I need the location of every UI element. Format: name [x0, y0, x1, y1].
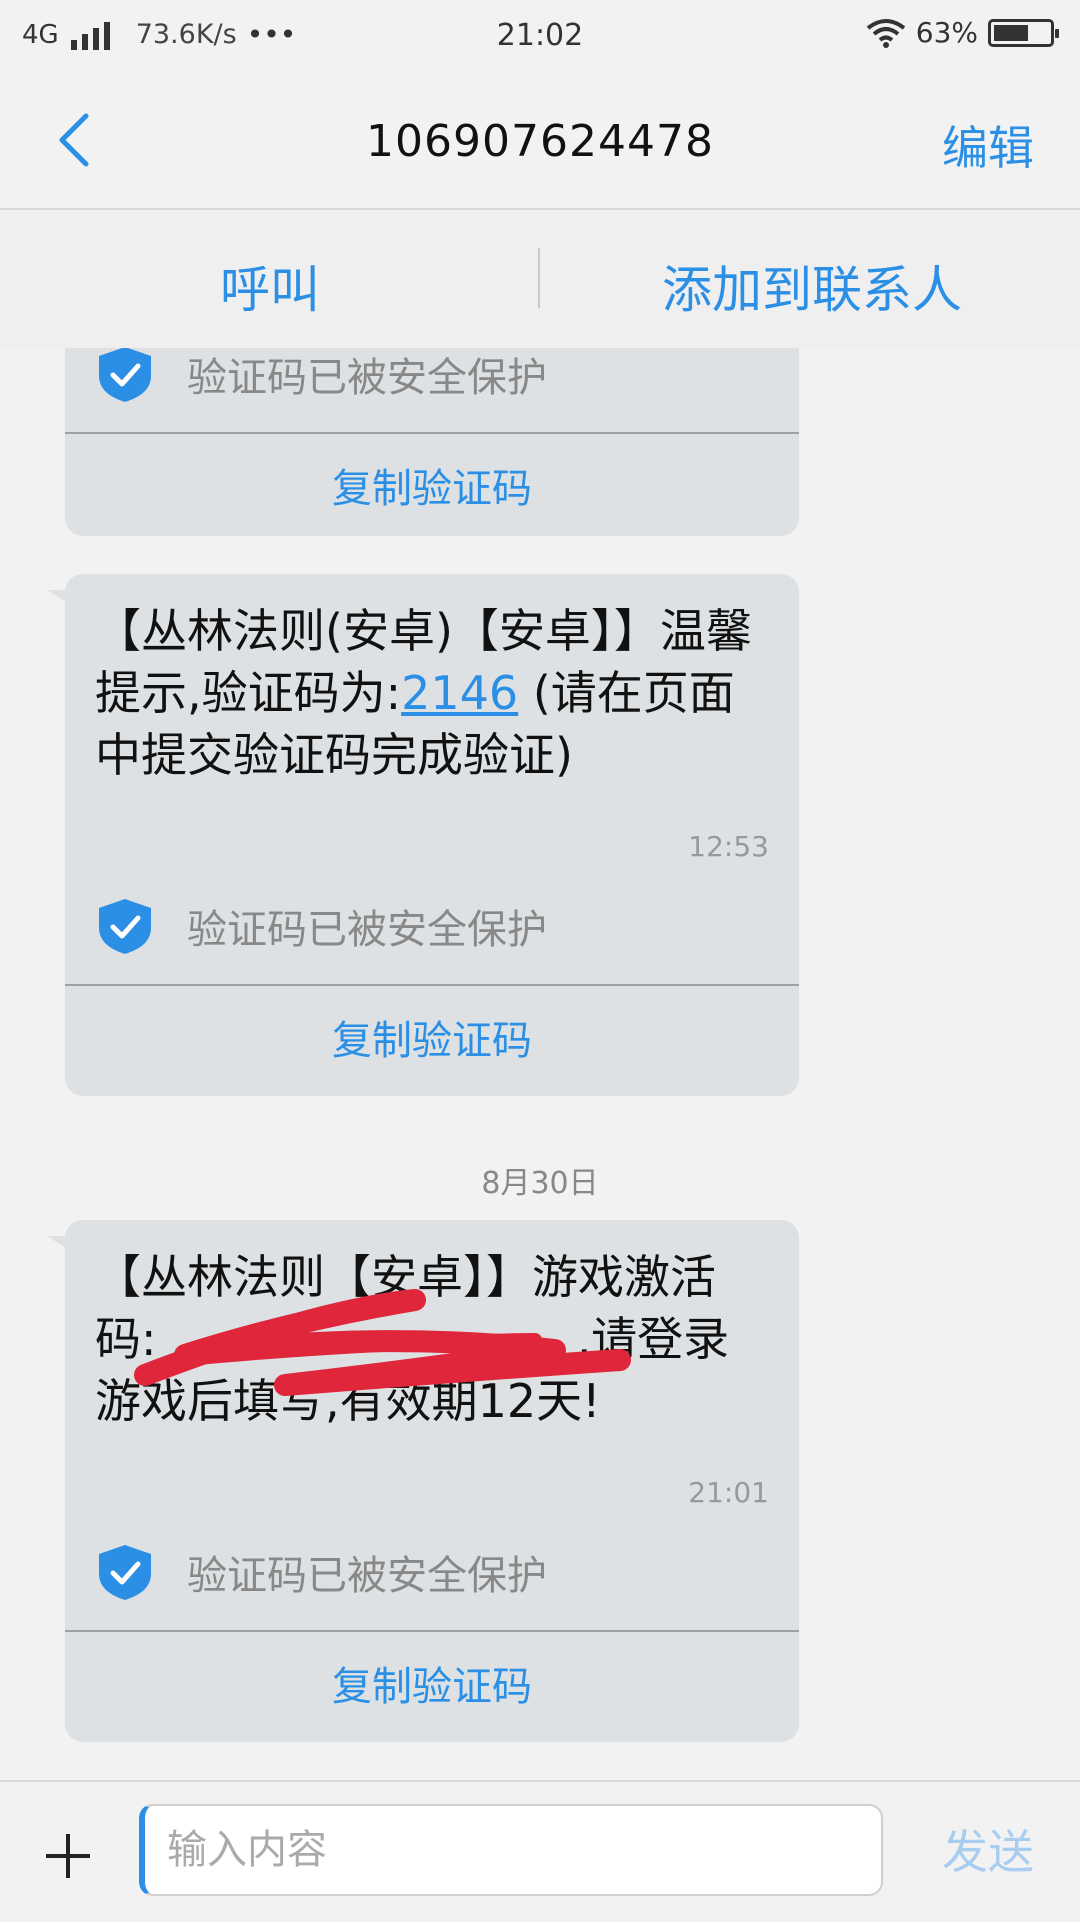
- message-bubble[interactable]: 验证码已被安全保护 复制验证码: [65, 348, 799, 536]
- message-bubble[interactable]: 【丛林法则(安卓)【安卓】】温馨提示,验证码为:2146 (请在页面中提交验证码…: [47, 574, 799, 1096]
- shield-check-icon: [99, 1545, 151, 1600]
- conversation-header: 106907624478 编辑: [0, 80, 1080, 210]
- redaction-scribble: [134, 1289, 631, 1396]
- message-time: 12:53: [688, 830, 769, 863]
- protect-text: 验证码已被安全保护: [187, 907, 547, 953]
- protect-text: 验证码已被安全保护: [187, 1553, 547, 1599]
- copy-code-button[interactable]: 复制验证码: [65, 1008, 799, 1066]
- verification-code-link[interactable]: 2146: [401, 666, 518, 720]
- protect-row: 验证码已被安全保护: [95, 896, 547, 956]
- add-contact-button[interactable]: 添加到联系人: [662, 250, 962, 322]
- plus-icon[interactable]: [46, 1834, 90, 1878]
- shield-check-icon: [99, 899, 151, 954]
- battery-percent: 63%: [915, 16, 978, 49]
- compose-bar: 发送: [0, 1780, 1080, 1922]
- status-right: 63%: [866, 16, 1059, 49]
- shield-check-icon: [99, 348, 151, 402]
- bubble-divider: [65, 432, 799, 434]
- message-time: 21:01: [688, 1476, 769, 1509]
- date-separator: 8月30日: [481, 1166, 599, 1201]
- page-title: 106907624478: [366, 116, 714, 167]
- call-button[interactable]: 呼叫: [220, 250, 320, 322]
- status-bar: 4G 73.6K/s ••• 21:02 63%: [0, 0, 1080, 80]
- message-text[interactable]: 【丛林法则(安卓)【安卓】】温馨提示,验证码为:2146 (请在页面中提交验证码…: [95, 600, 759, 786]
- wifi-icon: [866, 18, 905, 48]
- message-list[interactable]: 验证码已被安全保护 复制验证码 【丛林法则(安卓)【安卓】】温馨提示,验证码为:…: [0, 348, 1080, 1778]
- protect-row: 验证码已被安全保护: [95, 348, 547, 404]
- bubble-divider: [65, 1630, 799, 1632]
- message-input[interactable]: [139, 1804, 883, 1896]
- protect-text: 验证码已被安全保护: [187, 355, 547, 401]
- message-bubble[interactable]: 【丛林法则【安卓】】游戏激活码: ,请登录游戏后填写,有效期12天! 21:01 …: [47, 1220, 799, 1742]
- copy-code-button[interactable]: 复制验证码: [65, 456, 799, 514]
- contact-action-bar: 呼叫 添加到联系人: [0, 210, 1080, 348]
- copy-code-button[interactable]: 复制验证码: [65, 1654, 799, 1712]
- send-button[interactable]: 发送: [942, 1816, 1034, 1882]
- bubble-divider: [65, 984, 799, 986]
- edit-button[interactable]: 编辑: [942, 112, 1034, 178]
- action-divider: [538, 248, 540, 308]
- battery-icon: [988, 18, 1059, 47]
- protect-row: 验证码已被安全保护: [95, 1542, 547, 1602]
